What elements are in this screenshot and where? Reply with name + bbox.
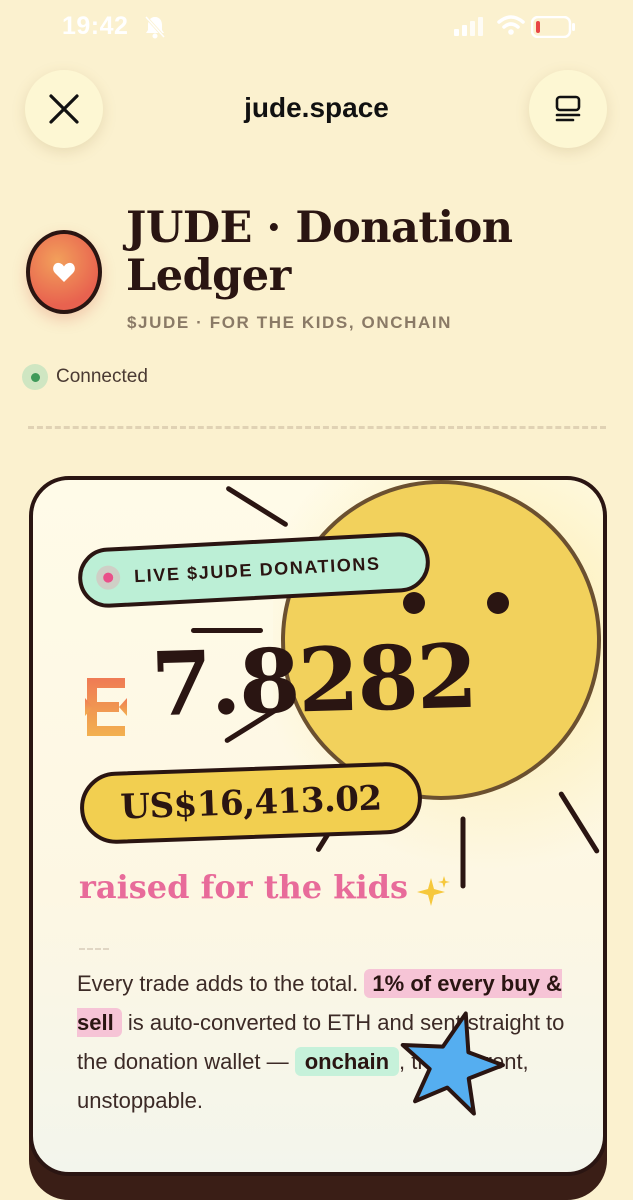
tabs-icon <box>555 95 581 122</box>
signal-icon <box>454 17 483 36</box>
brand-logo <box>26 230 102 314</box>
title-line-1: JUDE · Donation <box>126 203 513 253</box>
donation-amount: 7.8282 <box>149 623 478 737</box>
donation-card: LIVE $JUDE DONATIONS 7.8282 US$16,413.02… <box>29 476 607 1176</box>
page-subtitle: $JUDE · FOR THE KIDS, ONCHAIN <box>127 313 453 332</box>
connection-status: Connected <box>22 364 148 390</box>
tabs-button[interactable] <box>529 70 607 148</box>
bell-muted-icon <box>144 15 166 39</box>
wifi-icon <box>497 15 525 35</box>
sun-ray <box>460 816 466 889</box>
status-label: Connected <box>56 366 148 387</box>
browser-nav-bar: jude.space <box>0 68 633 152</box>
highlight-onchain: onchain <box>294 1047 400 1076</box>
status-dot-icon <box>22 364 48 390</box>
divider <box>28 426 606 429</box>
live-label: LIVE $JUDE DONATIONS <box>133 552 382 586</box>
usd-value-badge: US$16,413.02 <box>78 761 424 845</box>
live-indicator-icon <box>95 565 121 591</box>
status-time: 19:42 <box>62 12 129 40</box>
page-title: JUDE · Donation Ledger <box>126 204 606 300</box>
sparkles-icon <box>417 876 450 906</box>
eth-icon <box>85 678 127 736</box>
status-bar: 19:42 <box>0 0 633 56</box>
usd-value: US$16,413.02 <box>119 778 383 828</box>
battery-icon <box>531 16 575 38</box>
raised-caption: raised for the kids <box>79 868 409 906</box>
star-icon <box>400 1011 505 1116</box>
title-line-2: Ledger <box>126 251 291 301</box>
heart-icon <box>53 262 75 282</box>
